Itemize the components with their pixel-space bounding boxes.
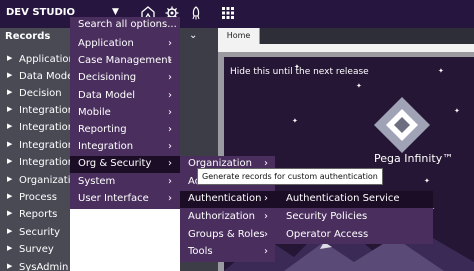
- caret-right-icon: ▶: [7, 244, 13, 252]
- records-title: Records: [5, 31, 51, 42]
- menu-item-mobile[interactable]: Mobile ›: [70, 105, 180, 122]
- chevron-right-icon: ›: [168, 55, 172, 66]
- menu-item-decisioning[interactable]: Decisioning ›: [70, 70, 180, 87]
- menu-item-application[interactable]: Application ›: [70, 36, 180, 53]
- chevron-right-icon: ›: [264, 211, 268, 222]
- caret-right-icon: ▶: [7, 105, 13, 113]
- records-item-organization[interactable]: ▶Organization: [0, 173, 70, 190]
- records-item-process[interactable]: ▶ Process: [0, 190, 70, 207]
- records-item-reports[interactable]: ▶ Reports: [0, 207, 70, 224]
- chevron-right-icon: ›: [168, 124, 172, 135]
- menu-item-reporting[interactable]: Reporting ›: [70, 122, 180, 139]
- star-icon: ✦: [292, 117, 298, 125]
- menu-item-org-security[interactable]: Org & Security ›: [70, 156, 180, 173]
- submenu-item-authentication[interactable]: Authentication ›: [180, 191, 275, 208]
- menu-item-case-management[interactable]: Case Management ›: [70, 53, 180, 70]
- chevron-right-icon: ›: [264, 193, 268, 204]
- chevron-down-icon[interactable]: ▼: [112, 7, 119, 17]
- auth-item-operator-access[interactable]: Operator Access: [275, 227, 433, 244]
- chevron-right-icon: ›: [264, 246, 268, 257]
- records-item-integration-4[interactable]: ▶ Integration: [0, 155, 70, 172]
- pega-brand-text: Pega Infinity™: [374, 152, 454, 165]
- chevron-right-icon: ›: [264, 229, 268, 240]
- star-icon: ✦: [424, 177, 430, 185]
- caret-right-icon: ▶: [7, 122, 13, 130]
- caret-right-icon: ▶: [7, 88, 13, 96]
- chevron-right-icon: ›: [168, 141, 172, 152]
- chevron-right-icon: ›: [168, 176, 172, 187]
- menu-item-user-interface[interactable]: User Interface ›: [70, 191, 180, 208]
- records-item-integration-3[interactable]: ▶ Integration: [0, 138, 70, 155]
- rocket-icon[interactable]: [189, 6, 203, 20]
- records-item-sysadmin[interactable]: ▶ SysAdmin: [0, 260, 70, 271]
- auth-item-authentication-service[interactable]: Authentication Service: [275, 191, 433, 208]
- star-icon: ✦: [438, 67, 444, 75]
- records-item-survey[interactable]: ▶ Survey: [0, 242, 70, 259]
- menu-item-integration[interactable]: Integration ›: [70, 139, 180, 156]
- studio-switcher[interactable]: DEV STUDIO: [6, 7, 75, 18]
- records-item-data-model[interactable]: ▶Data Model: [0, 69, 70, 86]
- submenu-item-authorization[interactable]: Authorization ›: [180, 209, 275, 226]
- caret-right-icon: ▶: [7, 140, 13, 148]
- chevron-right-icon: ›: [168, 72, 172, 83]
- caret-right-icon: ▶: [7, 175, 13, 183]
- star-icon: ✦: [356, 82, 362, 90]
- pega-logo: [374, 97, 430, 153]
- chevron-right-icon: ›: [168, 90, 172, 101]
- auth-item-security-policies[interactable]: Security Policies: [275, 209, 433, 226]
- caret-right-icon: ▶: [7, 192, 13, 200]
- chevron-right-icon: ›: [168, 38, 172, 49]
- records-item-integration-1[interactable]: ▶ Integration: [0, 103, 70, 120]
- tooltip: Generate records for custom authenticati…: [197, 168, 383, 185]
- apps-grid-icon[interactable]: [221, 6, 235, 20]
- create-menu: Search all options... Application › Case …: [70, 17, 180, 209]
- menu-item-data-model[interactable]: Data Model ›: [70, 88, 180, 105]
- tab-content-strip: [218, 44, 474, 52]
- caret-right-icon: ▶: [7, 209, 13, 217]
- caret-right-icon: ▶: [7, 71, 13, 79]
- records-item-security[interactable]: ▶ Security: [0, 225, 70, 242]
- tab-home[interactable]: Home: [218, 28, 260, 44]
- caret-right-icon: ▶: [7, 54, 13, 62]
- caret-right-icon: ▶: [7, 262, 13, 270]
- chevron-right-icon: ›: [168, 193, 172, 204]
- star-icon: ✦: [294, 63, 300, 71]
- caret-right-icon: ▶: [7, 227, 13, 235]
- caret-right-icon: ▶: [7, 157, 13, 165]
- submenu-item-tools[interactable]: Tools ›: [180, 244, 275, 261]
- authentication-submenu: Authentication Service Security Policies…: [275, 191, 433, 244]
- menu-search-all[interactable]: Search all options...: [70, 17, 180, 34]
- records-item-decision[interactable]: ▶ Decision: [0, 86, 70, 103]
- menu-item-system[interactable]: System ›: [70, 174, 180, 191]
- chevron-right-icon: ›: [168, 107, 172, 118]
- submenu-item-groups-roles[interactable]: Groups & Roles ›: [180, 227, 275, 244]
- records-item-integration-2[interactable]: ▶ Integration: [0, 120, 70, 137]
- chevron-right-icon: ›: [168, 158, 172, 169]
- records-item-application[interactable]: ▶ Application: [0, 52, 70, 69]
- chevron-down-icon[interactable]: ⌄: [189, 30, 197, 41]
- records-explorer: Records ▶Application ▶Data Model ▶Decisi…: [0, 28, 70, 271]
- star-icon: ✦: [454, 107, 460, 115]
